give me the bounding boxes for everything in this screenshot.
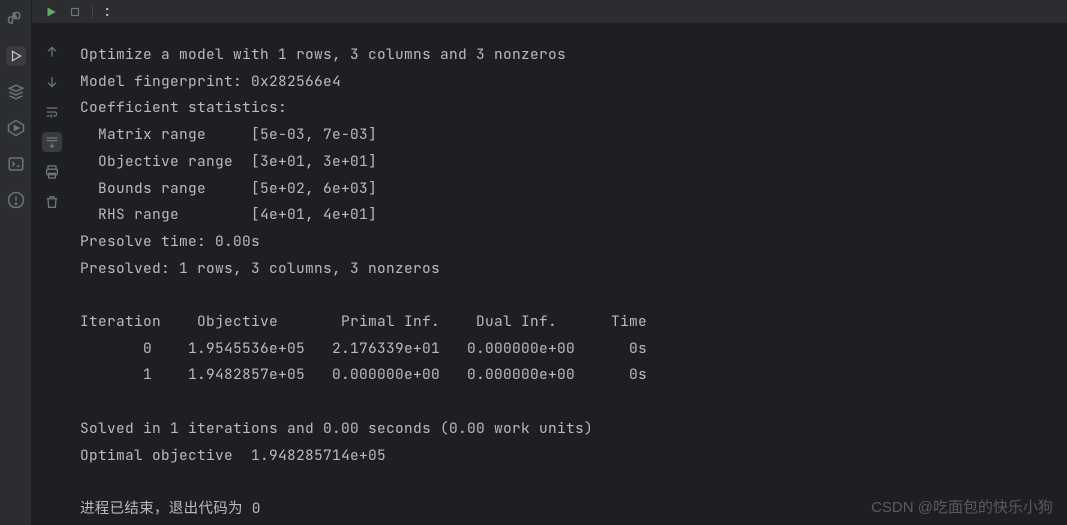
console-line: Matrix range [5e-03, 7e-03] (80, 125, 377, 144)
console-line: Objective range [3e+01, 3e+01] (80, 152, 377, 171)
soft-wrap-icon[interactable] (42, 102, 62, 122)
console-line: Model fingerprint: 0x282566e4 (80, 72, 341, 91)
debug-icon[interactable] (6, 118, 26, 138)
toolbar-separator (92, 5, 93, 19)
arrow-up-icon[interactable] (42, 42, 62, 62)
problems-icon[interactable] (6, 190, 26, 210)
python-icon[interactable] (6, 10, 26, 30)
console-line: 进程已结束，退出代码为 0 (80, 499, 261, 518)
services-icon[interactable] (6, 82, 26, 102)
left-tool-rail (0, 0, 32, 525)
console-gutter (32, 24, 72, 525)
console-line: Bounds range [5e+02, 6e+03] (80, 179, 377, 198)
console-line: Optimize a model with 1 rows, 3 columns … (80, 45, 566, 64)
scroll-to-end-icon[interactable] (42, 132, 62, 152)
print-icon[interactable] (42, 162, 62, 182)
console-line: Solved in 1 iterations and 0.00 seconds … (80, 419, 593, 438)
console-output[interactable]: Optimize a model with 1 rows, 3 columns … (72, 24, 1067, 525)
console-line: 1 1.9482857e+05 0.000000e+00 0.000000e+0… (80, 365, 647, 384)
play-icon[interactable] (6, 46, 26, 66)
console-line: 0 1.9545536e+05 2.176339e+01 0.000000e+0… (80, 339, 647, 358)
path-indicator: : (103, 3, 111, 21)
arrow-down-icon[interactable] (42, 72, 62, 92)
console-line: Iteration Objective Primal Inf. Dual Inf… (80, 312, 647, 331)
stop-icon[interactable] (68, 5, 82, 19)
rerun-icon[interactable] (44, 5, 58, 19)
console-line: Presolve time: 0.00s (80, 232, 260, 251)
trash-icon[interactable] (42, 192, 62, 212)
terminal-icon[interactable] (6, 154, 26, 174)
console-line: Coefficient statistics: (80, 98, 287, 117)
console-line: Optimal objective 1.948285714e+05 (80, 446, 386, 465)
run-toolbar: : (32, 0, 1067, 24)
console-line: Presolved: 1 rows, 3 columns, 3 nonzeros (80, 259, 440, 278)
console-line: RHS range [4e+01, 4e+01] (80, 205, 377, 224)
